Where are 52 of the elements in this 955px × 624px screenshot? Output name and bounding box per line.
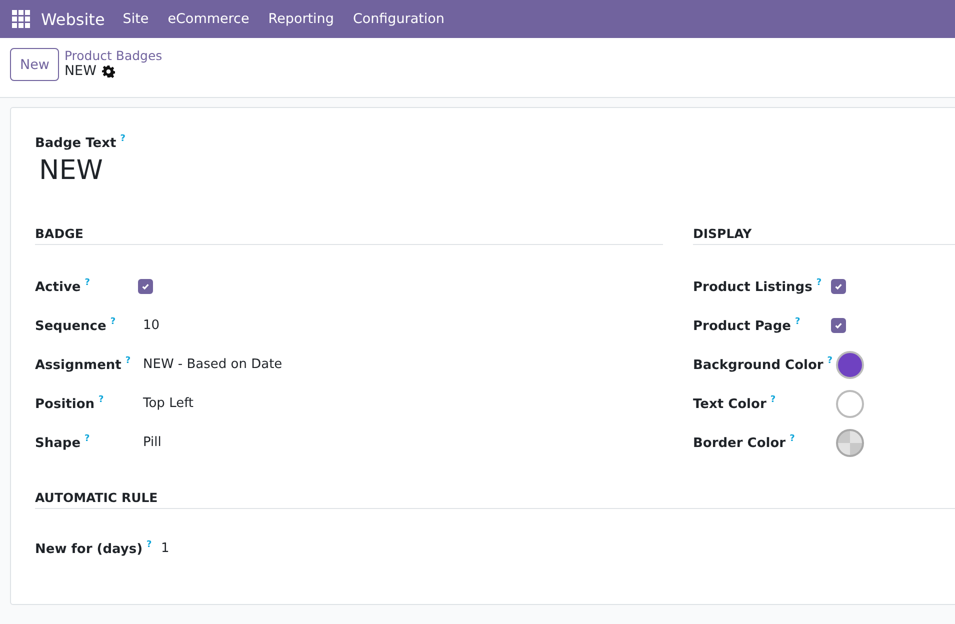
- menu-item[interactable]: Reporting: [268, 11, 334, 27]
- checkbox[interactable]: [138, 279, 153, 294]
- field-label: New for (days): [35, 542, 143, 557]
- breadcrumb-link[interactable]: Product Badges: [64, 48, 162, 63]
- field-label: Assignment: [35, 358, 122, 373]
- help-tooltip[interactable]: ?: [84, 434, 90, 444]
- apps-grid-icon[interactable]: [12, 10, 30, 28]
- field-label: Background Color: [693, 358, 824, 373]
- color-swatch[interactable]: [836, 390, 864, 418]
- help-tooltip[interactable]: ?: [125, 356, 131, 366]
- record-name: NEW: [64, 63, 96, 79]
- help-tooltip[interactable]: ?: [794, 317, 800, 327]
- field-label: Product Listings: [693, 280, 812, 295]
- section-heading: DISPLAY: [693, 226, 955, 245]
- field-label: Shape: [35, 436, 81, 451]
- field-value[interactable]: NEW - Based on Date: [143, 357, 282, 372]
- field-value[interactable]: 10: [143, 318, 160, 333]
- new-button[interactable]: New: [10, 48, 60, 81]
- menu-item[interactable]: eCommerce: [168, 11, 250, 27]
- help-tooltip[interactable]: ?: [146, 540, 152, 550]
- field-value[interactable]: Top Left: [143, 396, 194, 411]
- field-label: Product Page: [693, 319, 791, 334]
- check-icon: [834, 282, 843, 291]
- field-value[interactable]: 1: [161, 541, 170, 556]
- help-tooltip[interactable]: ?: [770, 395, 776, 405]
- menu-item[interactable]: Site: [122, 11, 149, 27]
- help-tooltip[interactable]: ?: [120, 134, 126, 144]
- field-value[interactable]: Pill: [143, 435, 162, 450]
- menu-item[interactable]: Configuration: [352, 11, 444, 27]
- field-label: Text Color: [693, 397, 766, 412]
- field-label: Border Color: [693, 436, 786, 451]
- help-tooltip[interactable]: ?: [790, 434, 795, 444]
- check-icon: [141, 282, 150, 291]
- app-name[interactable]: Website: [41, 10, 105, 28]
- color-swatch[interactable]: [836, 428, 864, 456]
- section-heading: AUTOMATIC RULE: [35, 490, 955, 509]
- checkbox[interactable]: [831, 279, 846, 294]
- help-tooltip[interactable]: ?: [816, 278, 822, 288]
- help-tooltip[interactable]: ?: [98, 395, 104, 405]
- help-tooltip[interactable]: ?: [84, 278, 90, 288]
- gear-icon[interactable]: [102, 64, 116, 78]
- color-swatch[interactable]: [836, 350, 864, 378]
- field-label: Position: [35, 397, 95, 412]
- field-label: Badge Text: [35, 136, 116, 151]
- checkbox[interactable]: [831, 318, 846, 333]
- section-heading: BADGE: [35, 226, 663, 245]
- field-label: Sequence: [35, 319, 106, 334]
- help-tooltip[interactable]: ?: [110, 317, 116, 327]
- badge-text-field[interactable]: NEW: [39, 155, 103, 186]
- check-icon: [834, 321, 843, 330]
- help-tooltip[interactable]: ?: [827, 356, 833, 366]
- field-label: Active: [35, 280, 81, 295]
